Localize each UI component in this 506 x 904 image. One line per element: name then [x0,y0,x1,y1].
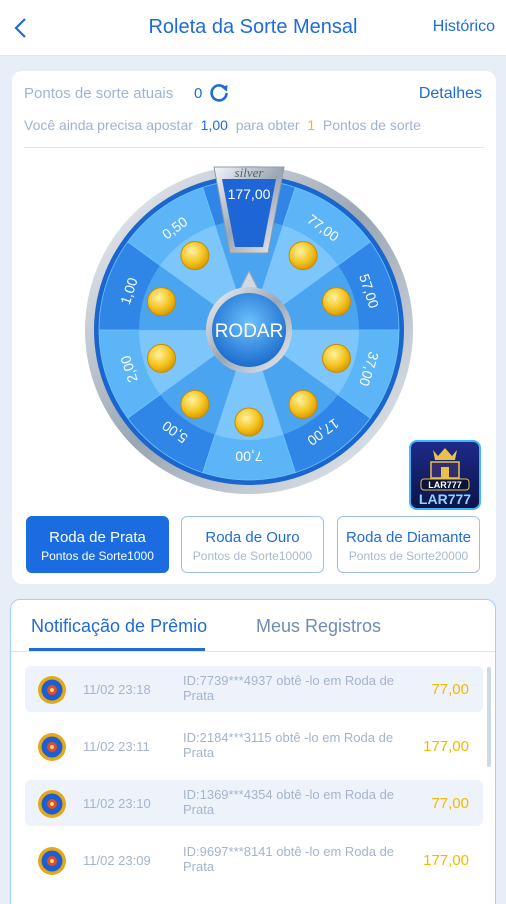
list-item: 11/02 23:11 ID:2184***3115 obtê -lo em R… [25,723,483,769]
logo-small-text: LAR777 [428,480,462,490]
logo-text: LAR777 [419,491,471,507]
list-scrollbar[interactable] [487,667,491,767]
coin-icon [321,343,351,373]
wheel-segment-label: 7,00 [235,448,262,464]
wheel-badge-icon [38,790,66,818]
list-item: 11/02 23:10 ID:1369***4354 obtê -lo em R… [25,780,483,826]
row-amount: 77,00 [431,795,469,812]
row-amount: 77,00 [431,681,469,698]
row-time: 11/02 23:10 [83,796,151,811]
prize-list: 11/02 23:18 ID:7739***4937 obtê -lo em R… [25,666,483,894]
tab-silver-title: Roda de Prata [49,529,146,546]
tab-gold-sub: Pontos de Sorte10000 [192,549,313,563]
list-item: 11/02 23:18 ID:7739***4937 obtê -lo em R… [25,666,483,712]
bet-requirement: Você ainda precisa apostar 1,00 para obt… [24,117,421,133]
need-points: 1 [307,117,316,133]
coin-icon [147,287,177,317]
row-time: 11/02 23:09 [83,853,151,868]
need-amount: 1,00 [200,117,228,133]
casino-logo-icon: LAR777 LAR777 [419,448,471,507]
wheel-badge-icon [38,676,66,704]
tab-diamond-sub: Pontos de Sorte20000 [348,549,469,563]
need-middle: para obter [235,117,300,133]
wheel-graphic[interactable]: 77,0057,0037,0017,007,005,002,001,000,50… [84,165,414,495]
coin-icon [180,389,210,419]
app-logo[interactable]: LAR777 LAR777 [409,440,481,510]
need-suffix: Pontos de sorte [322,117,421,133]
details-link[interactable]: Detalhes [419,85,482,103]
row-description: ID:9697***8141 obtê -lo em Roda de Prata [183,844,395,874]
top-bar: Roleta da Sorte Mensal Histórico [0,0,506,56]
row-description: ID:1369***4354 obtê -lo em Roda de Prata [183,787,395,817]
coin-icon [147,343,177,373]
tab-gold-title: Roda de Ouro [205,529,300,546]
list-item: 11/02 23:09 ID:9697***8141 obtê -lo em R… [25,837,483,883]
tab-diamond-title: Roda de Diamante [345,529,472,546]
coin-icon [180,241,210,271]
tab-silver-wheel[interactable]: Roda de Prata Pontos de Sorte1000 [26,516,169,573]
wheel-tier-tabs: Roda de Prata Pontos de Sorte1000 Roda d… [26,516,484,573]
coin-icon [288,241,318,271]
tab-my-records[interactable]: Meus Registros [256,616,381,637]
coin-icon [288,389,318,419]
coin-icon [321,287,351,317]
top-prize-label: 177,00 [228,186,271,202]
need-prefix: Você ainda precisa apostar [24,117,193,133]
wheel-tier-label: silver [235,165,265,180]
tab-gold-wheel[interactable]: Roda de Ouro Pontos de Sorte10000 [181,516,324,573]
wheel-badge-icon [38,733,66,761]
luck-points-label: Pontos de sorte atuais [24,85,174,102]
row-description: ID:2184***3115 obtê -lo em Roda de Prata [183,730,394,760]
row-time: 11/02 23:18 [83,682,151,697]
row-amount: 177,00 [423,738,469,755]
row-amount: 177,00 [423,852,469,869]
wheel-badge-icon [38,847,66,875]
notifications-card: Notificação de Prêmio Meus Registros 11/… [10,599,496,904]
coin-icon [234,407,264,437]
history-link[interactable]: Histórico [433,18,495,36]
tab-prize-notifications[interactable]: Notificação de Prêmio [31,616,207,637]
tab-diamond-wheel[interactable]: Roda de Diamante Pontos de Sorte20000 [337,516,480,573]
tab-silver-sub: Pontos de Sorte1000 [41,549,154,563]
row-time: 11/02 23:11 [83,739,150,754]
divider [11,651,495,652]
page-title: Roleta da Sorte Mensal [148,16,358,38]
prize-wheel[interactable]: 77,00 57,00 37,00 17,00 7,00 5,00 2,00 1,00 0,50… [84,165,414,495]
luck-points-value: 0 [194,85,203,102]
row-description: ID:7739***4937 obtê -lo em Roda de Prata [183,673,395,703]
spin-button-label[interactable]: RODAR [215,321,284,342]
wheel-card: Pontos de sorte atuais 0 Detalhes Você a… [12,71,496,584]
divider [24,147,484,148]
refresh-icon[interactable] [208,82,230,104]
